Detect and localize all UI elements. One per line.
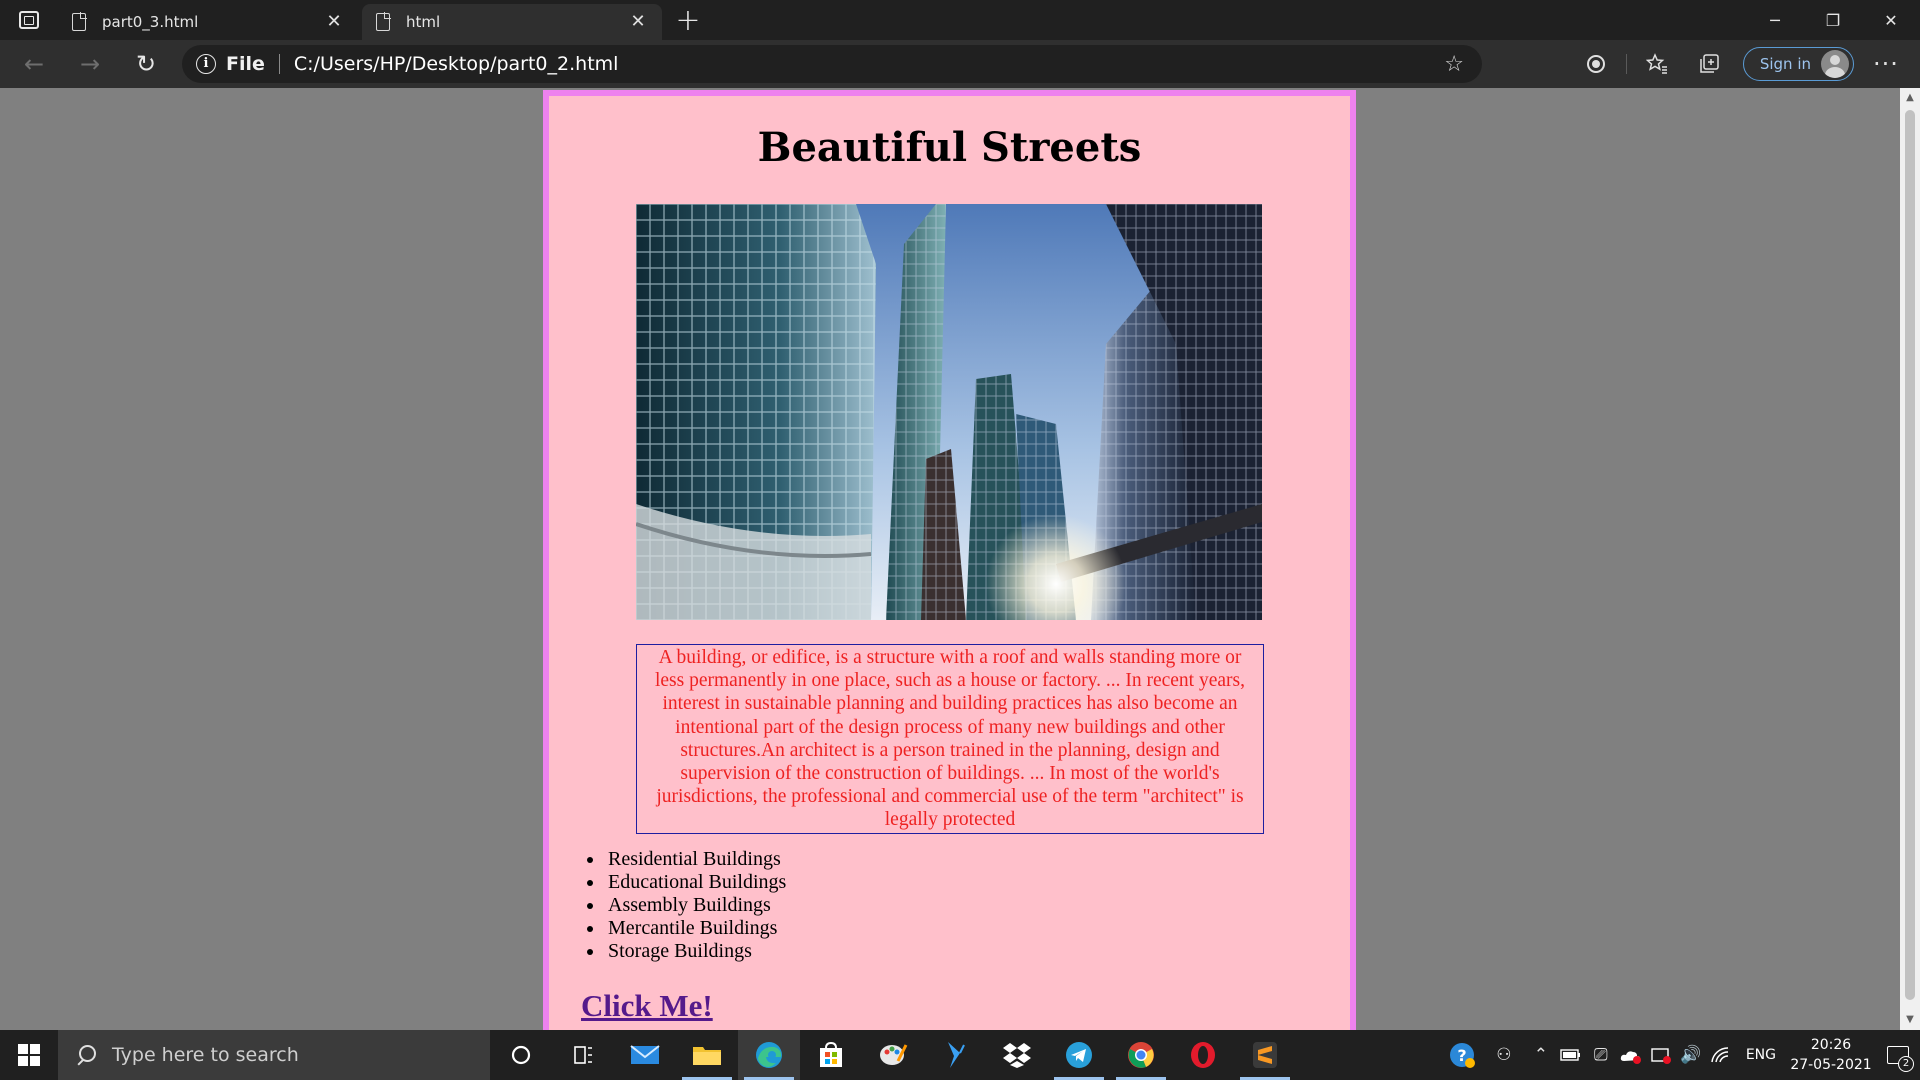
sign-in-button[interactable]: Sign in bbox=[1742, 47, 1854, 81]
url-text: C:/Users/HP/Desktop/part0_2.html bbox=[293, 53, 619, 75]
avatar-icon bbox=[1821, 50, 1849, 78]
onedrive-icon[interactable] bbox=[1616, 1030, 1646, 1080]
chrome-icon[interactable] bbox=[1110, 1030, 1172, 1080]
description-box: A building, or edifice, is a structure w… bbox=[636, 644, 1264, 834]
address-bar[interactable]: i File C:/Users/HP/Desktop/part0_2.html … bbox=[182, 45, 1482, 83]
battery-icon[interactable] bbox=[1556, 1030, 1586, 1080]
cortana-icon[interactable] bbox=[490, 1030, 552, 1080]
toolbar-right: Sign in ··· bbox=[1570, 40, 1920, 88]
list-item: Mercantile Buildings bbox=[605, 917, 786, 940]
task-view-icon[interactable] bbox=[552, 1030, 614, 1080]
collections-icon[interactable] bbox=[1683, 44, 1735, 84]
forward-button[interactable]: → bbox=[68, 44, 112, 84]
wifi-icon[interactable] bbox=[1706, 1030, 1736, 1080]
help-icon[interactable]: ? bbox=[1442, 1030, 1482, 1080]
close-tab-icon[interactable]: ✕ bbox=[628, 12, 648, 32]
info-icon[interactable]: i bbox=[196, 54, 216, 74]
list-item: Assembly Buildings bbox=[605, 894, 786, 917]
tab-title: html bbox=[406, 13, 441, 31]
paint-icon[interactable] bbox=[862, 1030, 924, 1080]
dropbox-icon[interactable] bbox=[986, 1030, 1048, 1080]
page-viewport: Beautiful Streets A building, or edifice… bbox=[0, 88, 1920, 1030]
clock[interactable]: 20:26 27-05-2021 bbox=[1786, 1035, 1876, 1075]
click-me-link[interactable]: Click Me! bbox=[581, 988, 713, 1024]
list-item: Educational Buildings bbox=[605, 871, 786, 894]
document-icon bbox=[376, 12, 391, 31]
tab-title: part0_3.html bbox=[102, 13, 199, 31]
clock-time: 20:26 bbox=[1810, 1037, 1852, 1053]
network-icon[interactable] bbox=[1646, 1030, 1676, 1080]
windows-logo-icon bbox=[18, 1044, 40, 1066]
scroll-thumb[interactable] bbox=[1905, 110, 1915, 1000]
page-container: Beautiful Streets A building, or edifice… bbox=[543, 90, 1356, 1030]
address-divider bbox=[278, 54, 280, 74]
scroll-up-icon[interactable]: ▲ bbox=[1904, 92, 1916, 104]
search-icon bbox=[76, 1045, 96, 1065]
close-tab-icon[interactable]: ✕ bbox=[324, 12, 344, 32]
store-icon[interactable] bbox=[800, 1030, 862, 1080]
document-icon bbox=[72, 12, 87, 31]
restore-button[interactable]: ❐ bbox=[1804, 0, 1862, 40]
tab-actions-button[interactable] bbox=[0, 0, 58, 40]
start-button[interactable] bbox=[0, 1030, 58, 1080]
volume-icon[interactable]: 🔊 bbox=[1676, 1030, 1706, 1080]
vscode-icon[interactable] bbox=[924, 1030, 986, 1080]
page-title: Beautiful Streets bbox=[757, 124, 1142, 171]
file-explorer-icon[interactable] bbox=[676, 1030, 738, 1080]
meet-now-icon[interactable]: ⎚ bbox=[1586, 1030, 1616, 1080]
browser-tab-strip: part0_3.html ✕ html ✕ + ─ ❐ ✕ bbox=[0, 0, 1920, 40]
toolbar-divider bbox=[1625, 54, 1627, 74]
clock-date: 27-05-2021 bbox=[1790, 1057, 1872, 1073]
opera-icon[interactable] bbox=[1172, 1030, 1234, 1080]
mail-icon[interactable] bbox=[614, 1030, 676, 1080]
system-tray: ? ⚇ ⌃ ⎚ 🔊 ENG 20:26 27-05-2021 2 bbox=[1442, 1030, 1920, 1080]
buildings-image bbox=[636, 204, 1262, 620]
scheme-label: File bbox=[226, 53, 265, 75]
browser-toolbar: ← → ↻ i File C:/Users/HP/Desktop/part0_2… bbox=[0, 40, 1920, 88]
window-controls: ─ ❐ ✕ bbox=[1746, 0, 1920, 40]
language-indicator[interactable]: ENG bbox=[1746, 1047, 1776, 1063]
notification-badge: 2 bbox=[1898, 1056, 1914, 1072]
back-button[interactable]: ← bbox=[12, 44, 56, 84]
close-window-button[interactable]: ✕ bbox=[1862, 0, 1920, 40]
tab-part0-3[interactable]: part0_3.html ✕ bbox=[58, 4, 358, 40]
sign-in-label: Sign in bbox=[1759, 55, 1811, 73]
edge-icon[interactable] bbox=[738, 1030, 800, 1080]
search-placeholder: Type here to search bbox=[112, 1044, 299, 1066]
telegram-icon[interactable] bbox=[1048, 1030, 1110, 1080]
minimize-button[interactable]: ─ bbox=[1746, 0, 1804, 40]
tab-actions-icon bbox=[19, 11, 39, 29]
list-item: Storage Buildings bbox=[605, 940, 786, 963]
more-options-icon[interactable]: ··· bbox=[1862, 50, 1910, 78]
favorites-icon[interactable] bbox=[1631, 44, 1683, 84]
building-types-list: Residential Buildings Educational Buildi… bbox=[581, 848, 786, 963]
tab-html[interactable]: html ✕ bbox=[362, 4, 662, 40]
scroll-down-icon[interactable]: ▼ bbox=[1904, 1014, 1916, 1026]
extension-icon[interactable] bbox=[1570, 44, 1622, 84]
people-icon[interactable]: ⚇ bbox=[1482, 1030, 1526, 1080]
add-favorite-icon[interactable]: ☆ bbox=[1444, 52, 1464, 77]
notifications-button[interactable]: 2 bbox=[1876, 1030, 1920, 1080]
new-tab-button[interactable]: + bbox=[670, 4, 706, 40]
refresh-button[interactable]: ↻ bbox=[124, 44, 168, 84]
windows-taskbar: Type here to search ? ⚇ ⌃ ⎚ 🔊 ENG 20:26 … bbox=[0, 1030, 1920, 1080]
list-item: Residential Buildings bbox=[605, 848, 786, 871]
chevron-up-icon[interactable]: ⌃ bbox=[1526, 1030, 1556, 1080]
sublime-icon[interactable] bbox=[1234, 1030, 1296, 1080]
taskbar-search-box[interactable]: Type here to search bbox=[58, 1030, 490, 1080]
vertical-scrollbar[interactable]: ▲ ▼ bbox=[1900, 88, 1920, 1030]
